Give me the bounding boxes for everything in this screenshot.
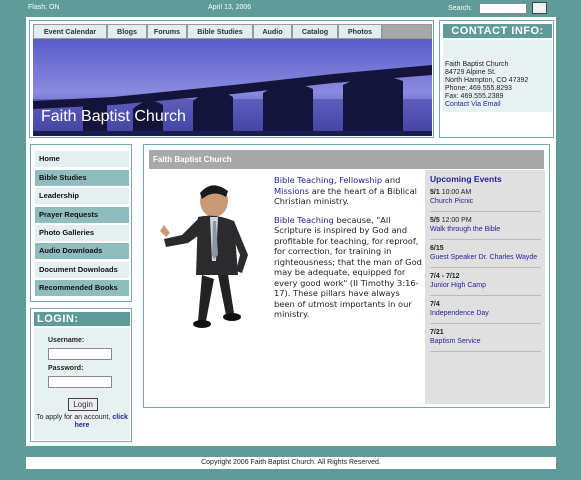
nav-event-calendar[interactable]: Event Calendar <box>33 24 107 39</box>
event-date: 7/4 <box>430 301 440 308</box>
menu-prayer-requests[interactable]: Prayer Requests <box>35 207 129 223</box>
menu-home[interactable]: Home <box>35 151 129 167</box>
nav-audio[interactable]: Audio <box>253 24 292 39</box>
event-date: 5/1 <box>430 189 440 196</box>
event-item: 7/4 Independence Day <box>430 298 541 324</box>
link-bible-teaching[interactable]: Bible Teaching <box>274 175 334 185</box>
current-date: April 13, 2006 <box>208 4 252 11</box>
menu-photo-galleries[interactable]: Photo Galleries <box>35 225 129 241</box>
side-menu: Home Bible Studies Leadership Prayer Req… <box>30 144 132 302</box>
event-item: 6/15 Guest Speaker Dr. Charles Wayde <box>430 242 541 268</box>
event-item: 7/4 - 7/12 Junior High Camp <box>430 270 541 296</box>
event-when: 7/4 - 7/12 <box>430 273 541 282</box>
footer-copyright: Copyright 2006 Faith Baptist Church. All… <box>26 457 556 469</box>
password-label: Password: <box>48 365 84 372</box>
intro-paragraph-2: Bible Teaching because, "All Scripture i… <box>274 215 422 320</box>
nav-spacer <box>382 24 432 39</box>
flash-status[interactable]: Flash: ON <box>28 4 60 11</box>
event-when: 7/4 <box>430 301 541 310</box>
username-field[interactable] <box>48 348 112 360</box>
apply-text: To apply for an account, click here <box>34 414 130 430</box>
person-photo <box>160 185 248 328</box>
intro-text: Bible Teaching, Fellowship and Missions … <box>274 175 422 328</box>
nav-photos[interactable]: Photos <box>338 24 382 39</box>
events-heading: Upcoming Events <box>430 174 502 184</box>
top-bar: Flash: ON April 13, 2006 Search: Go <box>0 0 581 17</box>
upcoming-events: Upcoming Events 5/1 10:00 AM Church Picn… <box>425 170 545 404</box>
search-input[interactable] <box>479 3 527 14</box>
event-date: 5/5 <box>430 217 440 224</box>
event-when: 7/21 <box>430 329 541 338</box>
event-link[interactable]: Independence Day <box>430 310 541 319</box>
login-body: Username: Password: Login To apply for a… <box>34 328 130 440</box>
link-missions[interactable]: Missions <box>274 186 309 196</box>
search-label: Search: <box>448 5 473 12</box>
main-panel: Event Calendar Blogs Forums Bible Studie… <box>26 17 556 446</box>
event-when: 5/1 10:00 AM <box>430 189 541 198</box>
header: Event Calendar Blogs Forums Bible Studie… <box>29 20 434 138</box>
event-item: 7/21 Baptism Service <box>430 326 541 352</box>
contact-body: Faith Baptist Church 84729 Alpine St. No… <box>443 40 552 112</box>
login-button[interactable]: Login <box>68 398 98 411</box>
banner-image: Faith Baptist Church <box>33 39 432 136</box>
contact-email-link[interactable]: Contact Via Email <box>445 101 552 109</box>
link-bible-teaching-2[interactable]: Bible Teaching <box>274 215 334 225</box>
apply-prefix: To apply for an account, <box>36 414 111 421</box>
event-link[interactable]: Guest Speaker Dr. Charles Wayde <box>430 254 541 263</box>
event-date: 7/21 <box>430 329 444 336</box>
contact-line: Phone: 469.555.8293 <box>445 85 512 92</box>
menu-leadership[interactable]: Leadership <box>35 188 129 204</box>
event-time: 10:00 AM <box>441 189 472 196</box>
username-label: Username: <box>48 337 85 344</box>
nav-catalog[interactable]: Catalog <box>292 24 338 39</box>
nav-blogs[interactable]: Blogs <box>107 24 147 39</box>
intro-paragraph-1: Bible Teaching, Fellowship and Missions … <box>274 175 422 207</box>
nav-forums[interactable]: Forums <box>147 24 187 39</box>
event-when: 5/5 12:00 PM <box>430 217 541 226</box>
event-item: 5/5 12:00 PM Walk through the Bible <box>430 214 541 240</box>
event-date: 6/15 <box>430 245 444 252</box>
contact-line: Faith Baptist Church <box>445 61 509 68</box>
event-when: 6/15 <box>430 245 541 254</box>
text-sep: , <box>333 175 337 185</box>
password-field[interactable] <box>48 376 112 388</box>
menu-recommended-books[interactable]: Recommended Books <box>35 280 129 296</box>
event-item: 5/1 10:00 AM Church Picnic <box>430 186 541 212</box>
text-and: and <box>382 175 401 185</box>
content-heading: Faith Baptist Church <box>149 150 544 169</box>
contact-info-box: CONTACT INFO: Faith Baptist Church 84729… <box>439 20 554 138</box>
scripture-quote: because, "All Scripture is inspired by G… <box>274 214 422 320</box>
contact-line: North Hampton, CO 47392 <box>445 77 529 84</box>
menu-document-downloads[interactable]: Document Downloads <box>35 262 129 278</box>
content-panel: Faith Baptist Church Bible Teaching, Fel… <box>143 144 550 408</box>
event-link[interactable]: Baptism Service <box>430 338 541 347</box>
link-fellowship[interactable]: Fellowship <box>339 175 382 185</box>
event-date: 7/4 - 7/12 <box>430 273 460 280</box>
contact-line: Fax: 469.555.2389 <box>445 93 504 100</box>
event-time: 12:00 PM <box>441 217 472 224</box>
top-nav: Event Calendar Blogs Forums Bible Studie… <box>33 24 432 39</box>
menu-bible-studies[interactable]: Bible Studies <box>35 170 129 186</box>
contact-line: 84729 Alpine St. <box>445 69 496 76</box>
login-box: LOGIN: Username: Password: Login To appl… <box>30 308 132 442</box>
contact-heading: CONTACT INFO: <box>443 24 552 38</box>
login-heading: LOGIN: <box>34 312 130 326</box>
event-link[interactable]: Walk through the Bible <box>430 226 541 235</box>
menu-audio-downloads[interactable]: Audio Downloads <box>35 243 129 259</box>
search-go-button[interactable]: Go <box>532 2 547 14</box>
event-link[interactable]: Church Picnic <box>430 198 541 207</box>
banner-title: Faith Baptist Church <box>41 108 186 125</box>
event-link[interactable]: Junior High Camp <box>430 282 541 291</box>
nav-bible-studies[interactable]: Bible Studies <box>187 24 253 39</box>
